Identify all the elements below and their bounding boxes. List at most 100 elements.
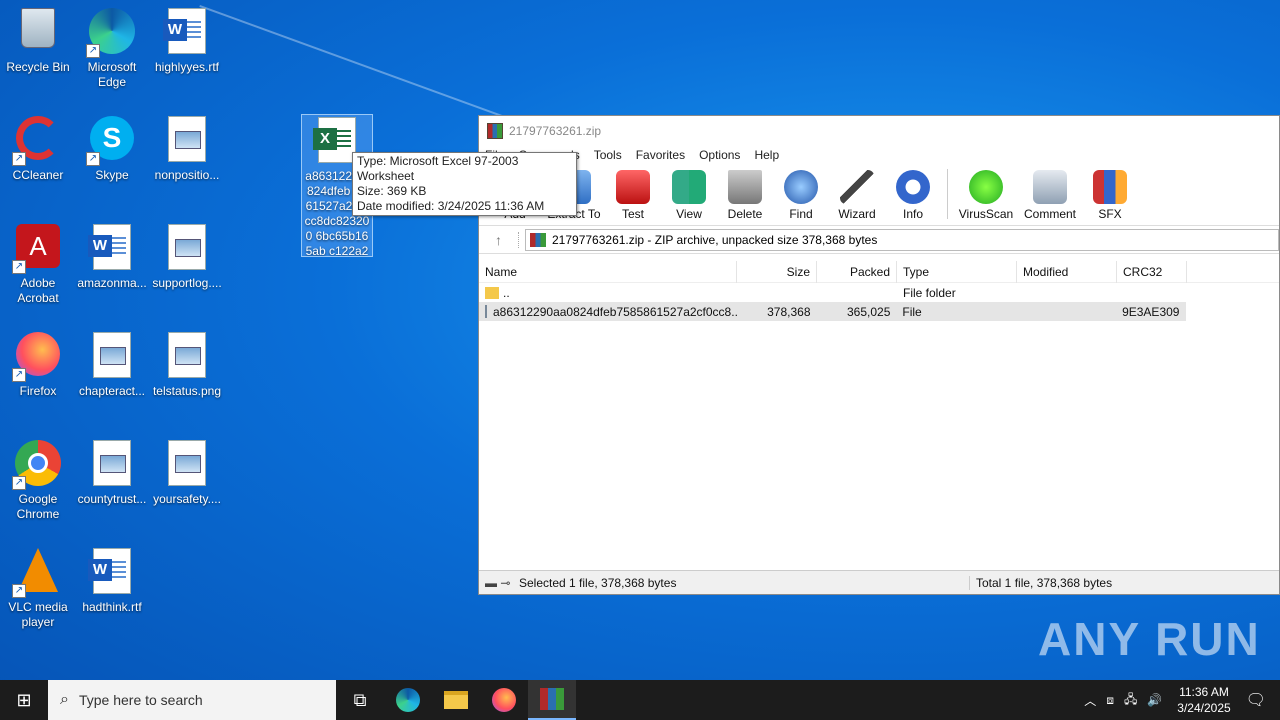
window-titlebar[interactable]: 21797763261.zip	[479, 116, 1279, 146]
find-label: Find	[789, 207, 813, 221]
search-placeholder: Type here to search	[78, 692, 203, 708]
chevron-up-icon[interactable]: ︿	[1084, 692, 1096, 709]
info-button[interactable]: Info	[885, 170, 941, 225]
view-button[interactable]: View	[661, 170, 717, 225]
desktop-icon-google-chrome[interactable]: ↗ Google Chrome	[0, 432, 76, 522]
desktop-icon-supportlog[interactable]: supportlog....	[149, 216, 225, 291]
menu-tools[interactable]: Tools	[594, 148, 622, 162]
test-button[interactable]: Test	[605, 170, 661, 225]
desktop-icon-countytrust[interactable]: countytrust...	[74, 432, 150, 507]
column-size[interactable]: Size	[737, 260, 817, 283]
column-type[interactable]: Type	[897, 260, 1017, 283]
desktop-icon-adobe-acrobat[interactable]: A ↗ Adobe Acrobat	[0, 216, 76, 306]
notification-icon[interactable]: 🗨	[1246, 690, 1266, 710]
tooltip-type: Type: Microsoft Excel 97-2003 Worksheet	[357, 154, 519, 183]
desktop-icon-label: CCleaner	[12, 168, 64, 182]
drive-key-icon: ▬ ⊸	[485, 575, 511, 590]
path-bar: ↑ 21797763261.zip - ZIP archive, unpacke…	[479, 226, 1279, 254]
desktop-icon-label: Microsoft Edge	[87, 60, 137, 89]
desktop-icon-label: supportlog....	[152, 276, 222, 290]
windows-logo-icon: ⊞	[16, 689, 32, 710]
clock[interactable]: 11:36 AM 3/24/2025	[1177, 684, 1230, 716]
table-row[interactable]: .. File folder	[479, 283, 1279, 302]
row-type: File folder	[903, 285, 956, 300]
desktop-icon-chapteract[interactable]: chapteract...	[74, 324, 150, 399]
desktop-icon-label: countytrust...	[77, 492, 147, 506]
comment-button[interactable]: Comment	[1018, 170, 1082, 225]
toolbar-separator	[947, 169, 948, 219]
taskbar-edge[interactable]	[384, 680, 432, 720]
chrome-icon: ↗	[12, 440, 62, 490]
table-row-selected[interactable]: a86312290aa0824dfeb7585861527a2cf0cc8...…	[479, 302, 1186, 321]
magnifier-icon	[784, 170, 818, 204]
word-document-icon: W	[163, 8, 211, 56]
volume-icon[interactable]: 🔊	[1147, 693, 1162, 707]
row-size: 378,368	[767, 304, 811, 319]
desktop-icon-firefox[interactable]: ↗ Firefox	[0, 324, 76, 399]
delete-label: Delete	[727, 207, 763, 221]
start-button[interactable]: ⊞	[0, 680, 48, 720]
row-name: a86312290aa0824dfeb7585861527a2cf0cc8...	[493, 304, 737, 319]
up-arrow-icon[interactable]: ↑	[479, 231, 519, 248]
desktop-icon-label: telstatus.png	[152, 384, 222, 398]
taskbar-winrar[interactable]	[528, 680, 576, 720]
meet-now-icon[interactable]: ⧈	[1106, 693, 1114, 708]
path-field[interactable]: 21797763261.zip - ZIP archive, unpacked …	[525, 228, 1279, 251]
desktop-icon-highlyyes[interactable]: W highlyyes.rtf	[149, 0, 225, 75]
column-crc32[interactable]: CRC32	[1117, 260, 1187, 283]
desktop-icon-recycle-bin[interactable]: Recycle Bin	[0, 0, 76, 75]
file-list: Name Size Packed Type Modified CRC32 .. …	[479, 260, 1279, 569]
path-text: 21797763261.zip - ZIP archive, unpacked …	[552, 232, 878, 247]
column-packed[interactable]: Packed	[817, 260, 897, 283]
desktop: Recycle Bin ↗ CCleaner A ↗ Adobe Acrobat…	[0, 0, 1280, 680]
desktop-icon-amazonma[interactable]: W amazonma...	[74, 216, 150, 291]
acrobat-icon: A ↗	[12, 224, 62, 274]
image-file-icon	[163, 332, 211, 380]
network-icon[interactable]: 🖧	[1124, 690, 1137, 711]
folder-icon	[444, 691, 468, 709]
task-view-icon: ⧉	[353, 689, 367, 710]
skype-icon: S ↗	[86, 116, 136, 166]
desktop-icon-nonpositio[interactable]: nonpositio...	[149, 108, 225, 183]
desktop-icon-telstatus[interactable]: telstatus.png	[149, 324, 225, 399]
desktop-icon-vlc[interactable]: ↗ VLC media player	[0, 540, 76, 630]
info-label: Info	[902, 207, 923, 221]
desktop-icon-label: Skype	[95, 168, 129, 182]
virusscan-button[interactable]: VirusScan	[954, 170, 1018, 225]
test-label: Test	[621, 207, 644, 221]
desktop-icon-hadthink[interactable]: W hadthink.rtf	[74, 540, 150, 615]
taskbar-file-explorer[interactable]	[432, 680, 480, 720]
delete-button[interactable]: Delete	[717, 170, 773, 225]
firefox-icon: ↗	[12, 332, 62, 382]
menu-favorites[interactable]: Favorites	[636, 148, 685, 162]
desktop-icon-yoursafety[interactable]: yoursafety....	[149, 432, 225, 507]
image-file-icon	[163, 440, 211, 488]
ccleaner-icon: ↗	[12, 116, 62, 166]
comment-label: Comment	[1023, 207, 1076, 221]
wizard-button[interactable]: Wizard	[829, 170, 885, 225]
winrar-icon	[487, 123, 503, 139]
column-name[interactable]: Name	[479, 260, 737, 283]
taskbar-firefox[interactable]	[480, 680, 528, 720]
desktop-icon-skype[interactable]: S ↗ Skype	[74, 108, 150, 183]
find-button[interactable]: Find	[773, 170, 829, 225]
menu-help[interactable]: Help	[754, 148, 779, 162]
column-modified[interactable]: Modified	[1017, 260, 1117, 283]
desktop-icon-ccleaner[interactable]: ↗ CCleaner	[0, 108, 76, 183]
status-right: Total 1 file, 378,368 bytes	[969, 575, 1112, 590]
sfx-button[interactable]: SFX	[1082, 170, 1138, 225]
firefox-icon	[492, 688, 516, 712]
menu-options[interactable]: Options	[699, 148, 740, 162]
image-file-icon	[88, 332, 136, 380]
test-icon	[616, 170, 650, 204]
task-view-button[interactable]: ⧉	[336, 680, 384, 720]
taskbar-search[interactable]: ⌕ Type here to search	[48, 680, 336, 720]
desktop-icon-microsoft-edge[interactable]: ↗ Microsoft Edge	[74, 0, 150, 90]
trash-icon	[728, 170, 762, 204]
status-left: Selected 1 file, 378,368 bytes	[519, 575, 677, 590]
wizard-label: Wizard	[838, 207, 876, 221]
recycle-bin-icon	[14, 8, 62, 56]
virus-scan-icon	[969, 170, 1003, 204]
status-bar: ▬ ⊸ Selected 1 file, 378,368 bytes Total…	[479, 570, 1279, 594]
view-label: View	[676, 207, 702, 221]
